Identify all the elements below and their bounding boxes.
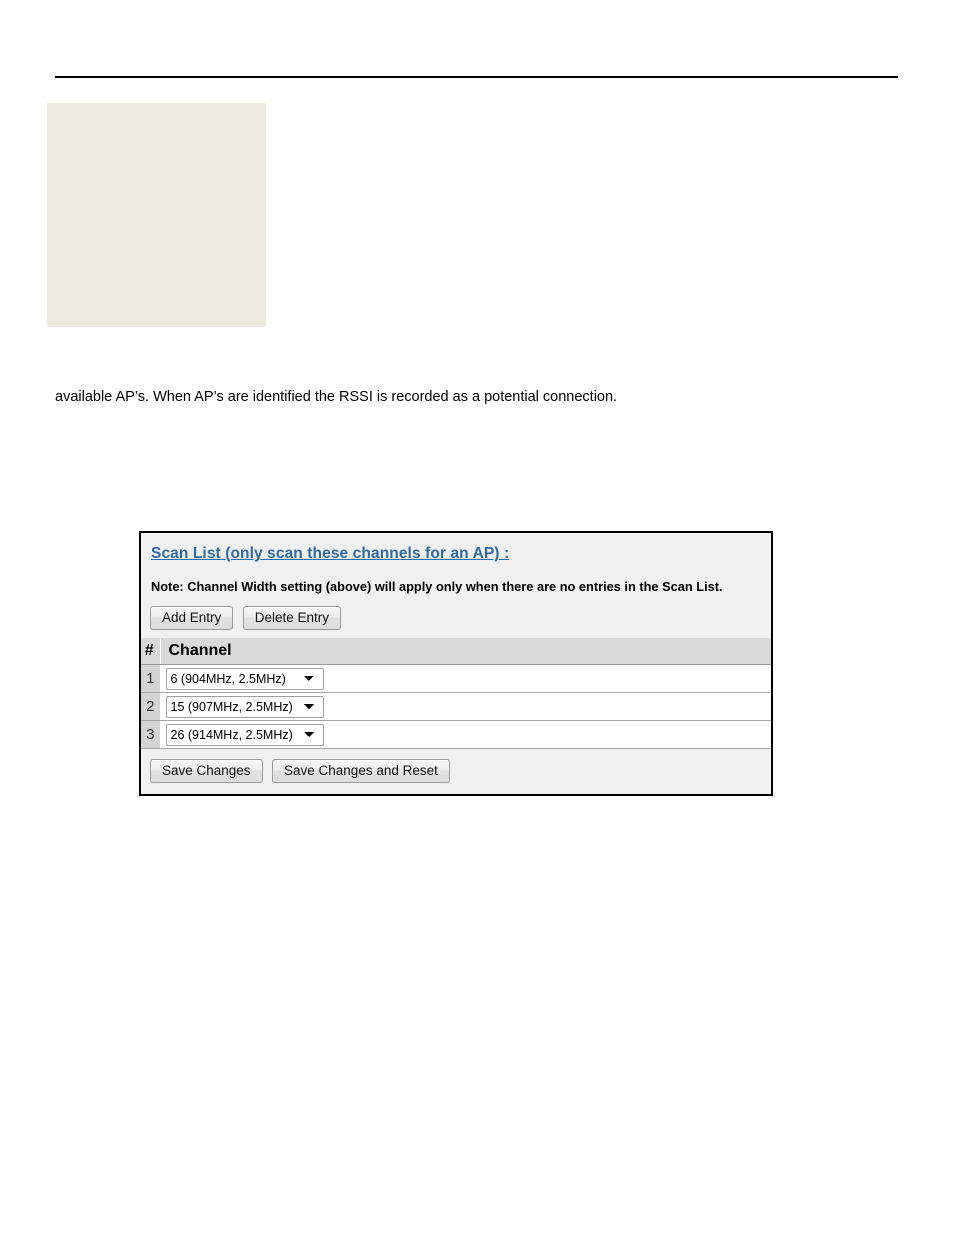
channel-select-3[interactable]: 26 (914MHz, 2.5MHz) — [165, 723, 324, 746]
scan-list-panel: Scan List (only scan these channels for … — [139, 531, 773, 796]
column-header-number: # — [141, 638, 161, 665]
scan-list-note: Note: Channel Width setting (above) will… — [151, 579, 723, 594]
scan-list-table-body: 1 6 (904MHz, 2.5MHz) 2 15 (907MHz, 2.5MH… — [141, 664, 771, 749]
table-row: 2 15 (907MHz, 2.5MHz) — [141, 692, 771, 721]
scan-list-table: # Channel 1 6 (904MHz, 2.5MHz) 2 15 (907… — [141, 638, 771, 749]
scan-list-footer: Save Changes Save Changes and Reset — [141, 749, 771, 794]
add-entry-button[interactable]: Add Entry — [150, 606, 234, 630]
table-row: 1 6 (904MHz, 2.5MHz) — [141, 664, 771, 693]
row-channel-cell: 15 (907MHz, 2.5MHz) — [160, 692, 771, 721]
scan-list-panel-body: Scan List (only scan these channels for … — [141, 533, 771, 794]
scan-list-title-link[interactable]: Scan List (only scan these channels for … — [151, 545, 509, 563]
scan-list-table-head: # Channel — [141, 638, 771, 665]
row-channel-cell: 6 (904MHz, 2.5MHz) — [160, 664, 771, 693]
row-number-cell: 3 — [141, 720, 161, 749]
channel-select-2[interactable]: 15 (907MHz, 2.5MHz) — [165, 695, 324, 718]
row-channel-cell: 26 (914MHz, 2.5MHz) — [160, 720, 771, 749]
table-row: 3 26 (914MHz, 2.5MHz) — [141, 720, 771, 749]
page-header-rule — [55, 76, 898, 78]
row-number-cell: 2 — [141, 692, 161, 721]
scan-list-toolbar: Add Entry Delete Entry — [150, 606, 771, 630]
column-header-channel: Channel — [160, 638, 771, 665]
row-number-cell: 1 — [141, 664, 161, 693]
channel-select-1[interactable]: 6 (904MHz, 2.5MHz) — [165, 667, 324, 690]
delete-entry-button[interactable]: Delete Entry — [242, 606, 342, 630]
save-changes-and-reset-button[interactable]: Save Changes and Reset — [272, 759, 450, 783]
table-header-row: # Channel — [141, 638, 771, 665]
figure-placeholder-block — [47, 103, 266, 327]
body-paragraph: available AP’s. When AP’s are identified… — [55, 388, 618, 405]
save-changes-button[interactable]: Save Changes — [150, 759, 263, 783]
